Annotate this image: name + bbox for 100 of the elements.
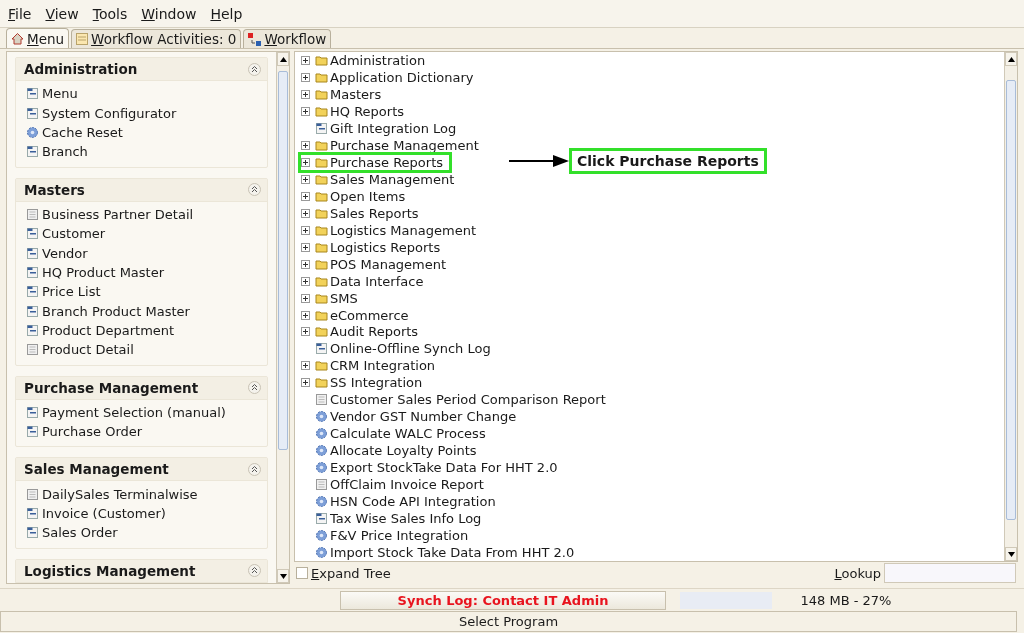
menu-link[interactable]: Purchase Order bbox=[42, 424, 143, 440]
menu-item[interactable]: Tools bbox=[88, 5, 132, 22]
menu-link[interactable]: Branch Product Master bbox=[42, 303, 190, 319]
tree-item[interactable]: POS Management bbox=[328, 256, 449, 272]
tree-item[interactable]: Calculate WALC Process bbox=[328, 426, 488, 442]
expand-icon[interactable] bbox=[301, 174, 310, 184]
tree-item[interactable]: Data Interface bbox=[328, 273, 426, 289]
expand-icon[interactable] bbox=[301, 378, 310, 388]
window-icon bbox=[26, 227, 39, 241]
document-icon bbox=[26, 487, 39, 501]
menu-item[interactable]: Window bbox=[137, 5, 201, 22]
expand-icon[interactable] bbox=[301, 106, 310, 116]
collapse-icon[interactable] bbox=[248, 381, 261, 395]
menu-link[interactable]: Business Partner Detail bbox=[42, 206, 194, 222]
menu-item[interactable]: View bbox=[41, 5, 83, 22]
expand-icon[interactable] bbox=[301, 140, 310, 150]
scrollbar-thumb[interactable] bbox=[1006, 80, 1016, 521]
menu-link[interactable]: Vendor bbox=[42, 245, 88, 261]
tree-item[interactable]: Audit Reports bbox=[328, 324, 421, 340]
callout-label: Click Purchase Reports bbox=[569, 147, 767, 174]
synch-log-button[interactable]: Synch Log: Contact IT Admin bbox=[340, 590, 666, 610]
tree-item[interactable]: Sales Reports bbox=[328, 205, 421, 221]
menu-link[interactable]: DailySales Terminalwise bbox=[42, 486, 198, 502]
tree-item[interactable]: Logistics Management bbox=[328, 222, 478, 238]
menu-link[interactable]: Price List bbox=[42, 284, 101, 300]
tree-item[interactable]: Import Stock Take Data From HHT 2.0 bbox=[328, 545, 577, 561]
menu-link[interactable]: Invoice (Customer) bbox=[42, 506, 166, 522]
menu-link[interactable]: Cache Reset bbox=[42, 124, 123, 140]
expand-icon[interactable] bbox=[301, 327, 310, 337]
tree-item[interactable]: OffClaim Invoice Report bbox=[328, 477, 486, 493]
scroll-down-button[interactable] bbox=[277, 569, 289, 583]
menu-item[interactable]: Help bbox=[206, 5, 247, 22]
expand-icon[interactable] bbox=[301, 276, 310, 286]
tree-item[interactable]: Logistics Reports bbox=[328, 239, 443, 255]
folder-icon bbox=[315, 257, 328, 271]
menu-item[interactable]: File bbox=[4, 5, 36, 22]
collapse-icon[interactable] bbox=[248, 564, 261, 578]
tab[interactable]: Workflow Activities: 0 bbox=[71, 29, 242, 48]
scroll-up-button[interactable] bbox=[1005, 52, 1017, 66]
window-icon bbox=[315, 121, 328, 135]
menu-link[interactable]: Sales Order bbox=[42, 525, 118, 541]
expand-icon[interactable] bbox=[301, 89, 310, 99]
window-icon bbox=[26, 324, 39, 338]
tree-item[interactable]: Vendor GST Number Change bbox=[328, 409, 519, 425]
menu-link[interactable]: Branch bbox=[42, 144, 88, 160]
window-icon bbox=[26, 304, 39, 318]
menu-link[interactable]: Customer bbox=[42, 226, 106, 242]
menu-link[interactable]: Menu bbox=[42, 86, 78, 102]
tree-item[interactable]: SS Integration bbox=[328, 375, 425, 391]
expand-icon[interactable] bbox=[301, 225, 310, 235]
tree-item[interactable]: CRM Integration bbox=[328, 358, 438, 374]
tree-item[interactable]: Application Dictionary bbox=[328, 69, 476, 85]
tree-item[interactable]: Customer Sales Period Comparison Report bbox=[328, 392, 608, 408]
scrollbar-thumb[interactable] bbox=[278, 71, 288, 451]
window-icon bbox=[26, 425, 39, 439]
tree-item[interactable]: Purchase Management bbox=[328, 137, 481, 153]
expand-icon[interactable] bbox=[301, 191, 310, 201]
tree-item[interactable]: Gift Integration Log bbox=[328, 120, 459, 136]
scroll-down-button[interactable] bbox=[1005, 547, 1017, 561]
tree-item[interactable]: Tax Wise Sales Info Log bbox=[328, 511, 484, 527]
tree-item[interactable]: Administration bbox=[328, 53, 428, 68]
tree-item[interactable]: Export StockTake Data For HHT 2.0 bbox=[328, 460, 560, 476]
tree-item[interactable]: Online-Offline Synch Log bbox=[328, 341, 493, 357]
tree-item[interactable]: Purchase Reports bbox=[328, 154, 446, 170]
menu-link[interactable]: HQ Product Master bbox=[42, 264, 165, 280]
menu-link[interactable]: Payment Selection (manual) bbox=[42, 404, 226, 420]
tree-item[interactable]: HSN Code API Integration bbox=[328, 494, 498, 510]
up-arrow-icon bbox=[1007, 56, 1015, 62]
tree-item[interactable]: F&V Price Integration bbox=[328, 528, 471, 544]
expand-icon[interactable] bbox=[301, 208, 310, 218]
menu-link[interactable]: Product Detail bbox=[42, 342, 134, 358]
tab[interactable]: Workflow bbox=[243, 29, 332, 48]
tree-item[interactable]: Masters bbox=[328, 86, 384, 102]
tree-item[interactable]: Open Items bbox=[328, 188, 408, 204]
collapse-icon[interactable] bbox=[248, 62, 261, 76]
tab[interactable]: Menu bbox=[6, 28, 70, 48]
expand-icon[interactable] bbox=[301, 242, 310, 252]
expand-icon[interactable] bbox=[301, 157, 310, 167]
document-icon bbox=[26, 207, 39, 221]
lookup-field[interactable] bbox=[884, 563, 1016, 583]
expand-icon[interactable] bbox=[301, 310, 310, 320]
expand-icon[interactable] bbox=[301, 259, 310, 269]
tree-item[interactable]: HQ Reports bbox=[328, 103, 406, 119]
collapse-icon[interactable] bbox=[248, 462, 261, 476]
checkbox[interactable] bbox=[296, 567, 308, 579]
section-title: Logistics Management bbox=[24, 562, 196, 579]
tree-item[interactable]: Sales Management bbox=[328, 171, 457, 187]
menu-link[interactable]: Product Department bbox=[42, 323, 175, 339]
tree-item[interactable]: SMS bbox=[328, 290, 360, 306]
expand-icon[interactable] bbox=[301, 72, 310, 82]
expand-icon[interactable] bbox=[301, 361, 310, 371]
menu-link[interactable]: System Configurator bbox=[42, 105, 177, 121]
expand-icon[interactable] bbox=[301, 56, 310, 65]
tree-item[interactable]: Allocate Loyalty Points bbox=[328, 443, 479, 459]
gear-icon bbox=[315, 495, 328, 509]
tree-item[interactable]: eCommerce bbox=[328, 307, 411, 323]
collapse-icon[interactable] bbox=[248, 183, 261, 197]
expand-icon[interactable] bbox=[301, 293, 310, 303]
up-arrow-icon bbox=[279, 56, 287, 62]
scroll-up-button[interactable] bbox=[277, 52, 289, 66]
